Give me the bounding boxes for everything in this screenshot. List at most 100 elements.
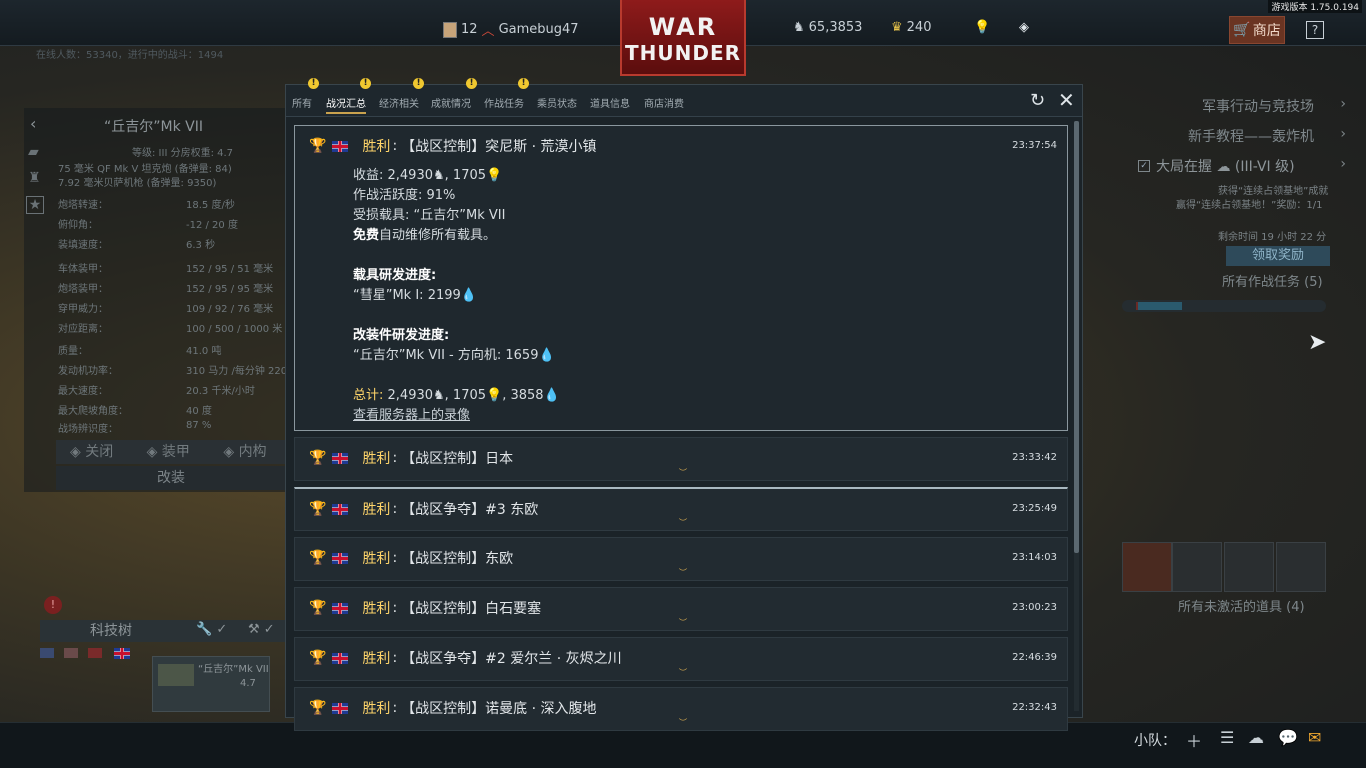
- log-entry[interactable]: 🏆 胜利: 【战区控制】白石要塞 23:00:23 ︶: [294, 587, 1068, 631]
- expand-chevron-icon[interactable]: ︶: [679, 617, 687, 628]
- flag-uk-icon: [332, 602, 349, 614]
- notification-icon: !: [518, 78, 529, 89]
- battle-pass-bar-fill: [1138, 302, 1182, 310]
- premium-icon[interactable]: ◈: [1019, 20, 1029, 35]
- stat-value: 310 马力 /每分钟 220: [186, 366, 288, 377]
- exp-icon: 💧: [460, 288, 477, 303]
- trophy-icon: 🏆: [309, 138, 327, 154]
- modifications-button[interactable]: 改装: [56, 466, 286, 490]
- view-replay-link[interactable]: 查看服务器上的录像: [353, 406, 560, 426]
- wrench-icon[interactable]: 🔧 ✓: [196, 622, 227, 637]
- silver-lions[interactable]: ♞ 65,3853: [793, 20, 862, 35]
- trophy-icon: 🏆: [309, 450, 327, 466]
- help-button[interactable]: ?: [1306, 21, 1324, 39]
- tab-battle-summary[interactable]: 战况汇总: [326, 95, 366, 114]
- tab-items[interactable]: 道具信息: [590, 95, 630, 110]
- stat-label: 炮塔装甲：: [58, 284, 108, 295]
- result-label: 胜利: [362, 502, 391, 518]
- mission-name: 【战区争夺】#2 爱尔兰 · 灰烬之川: [401, 651, 622, 667]
- rank-chevron-icon: ︿: [481, 24, 495, 39]
- result-label: 胜利: [362, 139, 391, 155]
- mouse-cursor-icon: ➤: [1308, 330, 1327, 355]
- vehicle-card-rank: 4.7: [240, 678, 256, 689]
- repair-line: 免费自动维修所有载具。: [353, 228, 497, 243]
- star-icon[interactable]: ★: [26, 196, 44, 214]
- result-label: 胜利: [362, 651, 391, 667]
- flag-usa-icon[interactable]: [40, 648, 54, 658]
- expand-chevron-icon[interactable]: ︶: [679, 517, 687, 528]
- contacts-icon[interactable]: ☁: [1248, 728, 1264, 747]
- expand-chevron-icon[interactable]: ︶: [679, 717, 687, 728]
- log-entry[interactable]: 🏆 胜利: 【战区控制】诺曼底 · 深入腹地 22:32:43 ︶: [294, 687, 1068, 731]
- war-thunder-logo[interactable]: WAR THUNDER: [620, 0, 746, 76]
- menu-operations[interactable]: 军事行动与竞技场: [1202, 96, 1314, 116]
- log-entry[interactable]: 🏆 胜利: 【战区争夺】#2 爱尔兰 · 灰烬之川 22:46:39 ︶: [294, 637, 1068, 681]
- tab-shop[interactable]: 商店消费: [644, 95, 684, 110]
- tab-economy[interactable]: 经济相关: [379, 95, 419, 110]
- silver-lion-icon: ♞: [433, 168, 445, 183]
- claim-reward-button[interactable]: 领取奖励: [1226, 246, 1330, 266]
- crew-icon[interactable]: ♜: [28, 170, 41, 186]
- log-entry-expanded[interactable]: 🏆 胜利 : 【战区控制】突尼斯 · 荒漠小镇 23:37:54 收益: 2,4…: [294, 125, 1068, 431]
- tab-missions[interactable]: 作战任务: [484, 95, 524, 110]
- add-squad-icon[interactable]: ＋: [1186, 728, 1202, 752]
- expand-chevron-icon[interactable]: ︶: [679, 567, 687, 578]
- decal-item-icon[interactable]: [1172, 542, 1222, 592]
- medal-item-icon[interactable]: [1224, 542, 1274, 592]
- tank-icon[interactable]: ▰: [28, 144, 39, 160]
- menu-tutorial[interactable]: 新手教程——轰炸机: [1188, 126, 1314, 146]
- alert-badge-icon[interactable]: !: [44, 596, 62, 614]
- tab-achievements[interactable]: 成就情况: [431, 95, 471, 110]
- tab-armor[interactable]: ◈ 装甲: [132, 440, 210, 464]
- stat-label: 炮塔转速：: [58, 200, 108, 211]
- player-info[interactable]: 12 ︿ Gamebug47: [443, 20, 579, 39]
- tab-all[interactable]: 所有: [292, 95, 312, 110]
- flag-uk-icon[interactable]: [114, 648, 130, 659]
- result-label: 胜利: [362, 601, 391, 617]
- cube-icon: ◈: [70, 444, 86, 460]
- mission-objective: 获得“连续占领基地”成就: [1218, 186, 1329, 197]
- research-point-icon: 💡: [486, 168, 503, 183]
- expand-chevron-icon[interactable]: ︶: [679, 667, 687, 678]
- medal-item-icon[interactable]: [1276, 542, 1326, 592]
- stat-value: 100 / 500 / 1000 米: [186, 324, 283, 335]
- tab-internals[interactable]: ◈ 内构: [209, 440, 287, 464]
- flag-uk-icon: [332, 503, 349, 515]
- golden-eagles[interactable]: ♛ 240: [891, 20, 931, 35]
- close-icon[interactable]: ✕: [1058, 88, 1075, 112]
- notification-icon: !: [360, 78, 371, 89]
- research-bulb-icon[interactable]: 💡: [974, 20, 990, 35]
- log-entry-body: 收益: 2,4930♞, 1705💡 作战活跃度: 91% 受损载具: “丘吉尔…: [353, 166, 560, 426]
- tab-close[interactable]: ◈ 关闭: [56, 440, 133, 464]
- mission-name: 【战区控制】白石要塞: [401, 601, 542, 617]
- mail-icon[interactable]: ✉: [1308, 728, 1321, 747]
- all-missions-link[interactable]: 所有作战任务 (5): [1222, 271, 1323, 290]
- mission-title: 大局在握 ☁ (III-VI 级): [1156, 159, 1295, 175]
- booster-item-icon[interactable]: [1122, 542, 1172, 592]
- log-entry[interactable]: 🏆 胜利: 【战区控制】东欧 23:14:03 ︶: [294, 537, 1068, 581]
- inactive-items-link[interactable]: 所有未激活的道具 (4): [1178, 596, 1305, 615]
- silver-amount: 65,3853: [808, 20, 863, 35]
- result-label: 胜利: [362, 551, 391, 567]
- avatar: [443, 21, 457, 38]
- username: Gamebug47: [498, 22, 579, 37]
- cart-icon: 🛒: [1233, 22, 1251, 38]
- activity-line: 作战活跃度: 91%: [353, 188, 456, 203]
- refresh-icon[interactable]: ↻: [1030, 90, 1045, 111]
- chat-icon[interactable]: 💬: [1278, 728, 1298, 747]
- trophy-icon: 🏆: [309, 600, 327, 616]
- shop-button[interactable]: 🛒 商店: [1229, 16, 1285, 44]
- repair-icon[interactable]: ⚒ ✓: [248, 622, 275, 637]
- log-entry[interactable]: 🏆 胜利: 【战区争夺】#3 东欧 23:25:49 ︶: [294, 487, 1068, 531]
- flag-germany-icon[interactable]: [64, 648, 78, 658]
- scrollbar-thumb[interactable]: [1074, 121, 1079, 553]
- log-entry[interactable]: 🏆 胜利: 【战区控制】日本 23:33:42 ︶: [294, 437, 1068, 481]
- flag-ussr-icon[interactable]: [88, 648, 102, 658]
- tab-crew[interactable]: 乘员状态: [537, 95, 577, 110]
- mission-checkbox[interactable]: ✓: [1138, 160, 1150, 172]
- battle-log-window: 所有 战况汇总 经济相关 成就情况 作战任务 乘员状态 道具信息 商店消费 ! …: [285, 78, 1083, 731]
- list-icon[interactable]: ☰: [1220, 728, 1234, 747]
- back-chevron-icon[interactable]: ‹: [30, 114, 36, 133]
- stat-label: 装填速度：: [58, 240, 108, 251]
- expand-chevron-icon[interactable]: ︶: [679, 467, 687, 478]
